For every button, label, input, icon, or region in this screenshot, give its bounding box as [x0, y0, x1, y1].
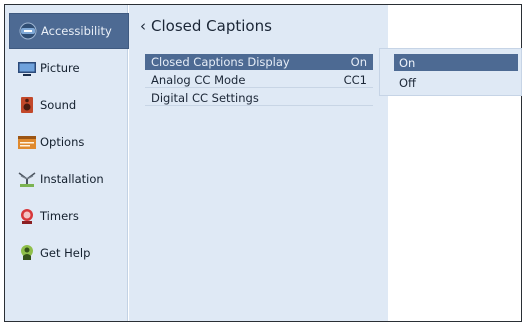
- help-icon: [21, 245, 33, 260]
- sidebar-item-label: Picture: [40, 61, 80, 75]
- sidebar-item-sound[interactable]: Sound: [9, 87, 129, 123]
- sidebar: Accessibility Picture Sound Options Inst…: [5, 5, 129, 321]
- row-value: CC1: [343, 72, 367, 87]
- sidebar-item-label: Options: [40, 135, 85, 149]
- popup-option-on[interactable]: On: [394, 54, 518, 71]
- sidebar-item-options[interactable]: Options: [9, 124, 129, 160]
- option-label: On: [399, 55, 416, 70]
- sidebar-item-picture[interactable]: Picture: [9, 50, 129, 86]
- sidebar-item-get-help[interactable]: Get Help: [9, 235, 129, 271]
- sidebar-item-timers[interactable]: Timers: [9, 198, 129, 234]
- option-label: Off: [399, 75, 416, 90]
- closed-captions-panel: ‹ Closed Captions Closed Captions Display…: [129, 5, 388, 321]
- antenna-icon: [18, 172, 36, 187]
- popup-option-off[interactable]: Off: [394, 74, 518, 91]
- alarm-icon: [21, 209, 33, 224]
- sidebar-item-label: Installation: [40, 172, 104, 186]
- sidebar-item-installation[interactable]: Installation: [9, 161, 129, 197]
- sidebar-item-label: Accessibility: [41, 24, 112, 38]
- accessibility-icon: [19, 22, 37, 40]
- sidebar-item-accessibility[interactable]: Accessibility: [9, 13, 129, 49]
- sidebar-item-label: Sound: [40, 98, 77, 112]
- options-icon: [18, 136, 36, 149]
- sidebar-item-label: Get Help: [40, 246, 91, 260]
- speaker-icon: [21, 97, 33, 113]
- menu-row-analog-cc-mode[interactable]: Analog CC Mode CC1: [145, 72, 373, 88]
- page-title[interactable]: ‹ Closed Captions: [140, 17, 272, 35]
- row-label: Digital CC Settings: [151, 90, 259, 105]
- row-value: On: [350, 54, 367, 69]
- row-label: Closed Captions Display: [151, 54, 290, 69]
- options-popup: On Off: [379, 48, 522, 96]
- row-label: Analog CC Mode: [151, 72, 246, 87]
- menu-row-digital-cc-settings[interactable]: Digital CC Settings: [145, 90, 373, 106]
- sidebar-item-label: Timers: [40, 209, 79, 223]
- menu-row-closed-captions-display[interactable]: Closed Captions Display On: [145, 54, 373, 70]
- back-chevron-icon[interactable]: ‹: [140, 17, 146, 35]
- picture-icon: [18, 62, 36, 76]
- page-title-text: Closed Captions: [151, 17, 272, 35]
